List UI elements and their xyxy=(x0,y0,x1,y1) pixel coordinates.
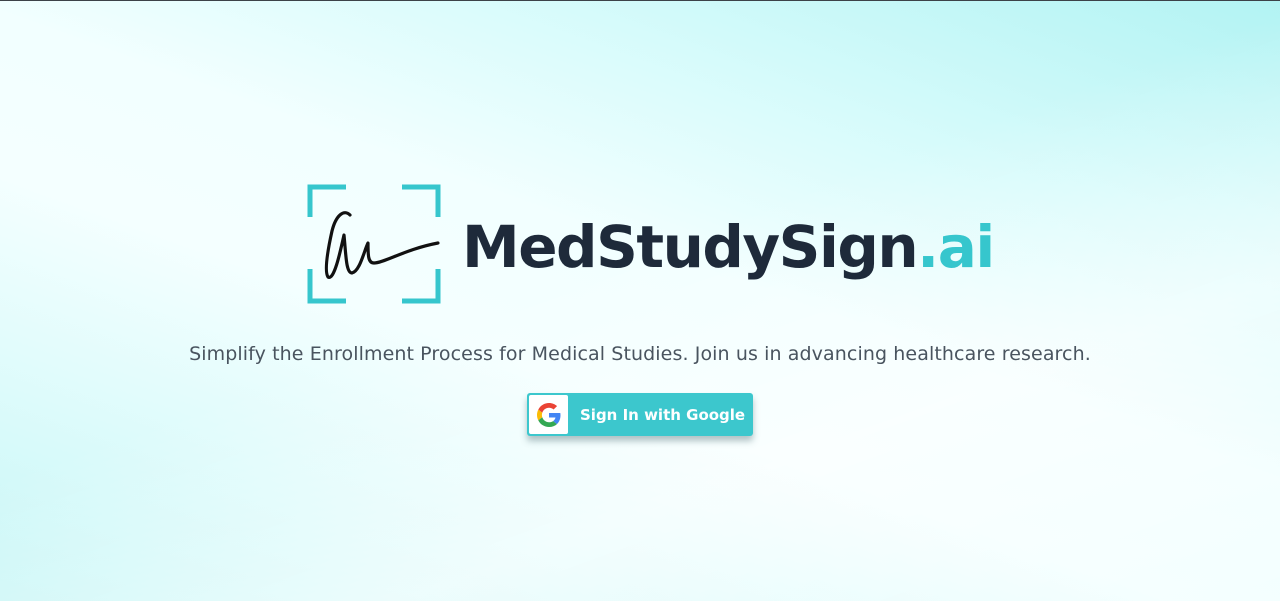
brand-suffix: .ai xyxy=(917,213,995,281)
google-g-icon xyxy=(536,402,560,427)
google-icon-container xyxy=(529,395,568,434)
signature-frame-icon xyxy=(307,184,441,304)
brand-logo: MedStudySign.ai xyxy=(306,183,995,307)
google-sign-in-button[interactable]: Sign In with Google xyxy=(527,393,753,436)
brand-wordmark: MedStudySign.ai xyxy=(462,214,995,276)
google-sign-in-label: Sign In with Google xyxy=(580,405,746,424)
tagline: Simplify the Enrollment Process for Medi… xyxy=(189,343,1091,365)
landing-hero: MedStudySign.ai Simplify the Enrollment … xyxy=(0,0,1280,601)
brand-name: MedStudySign xyxy=(462,213,919,281)
